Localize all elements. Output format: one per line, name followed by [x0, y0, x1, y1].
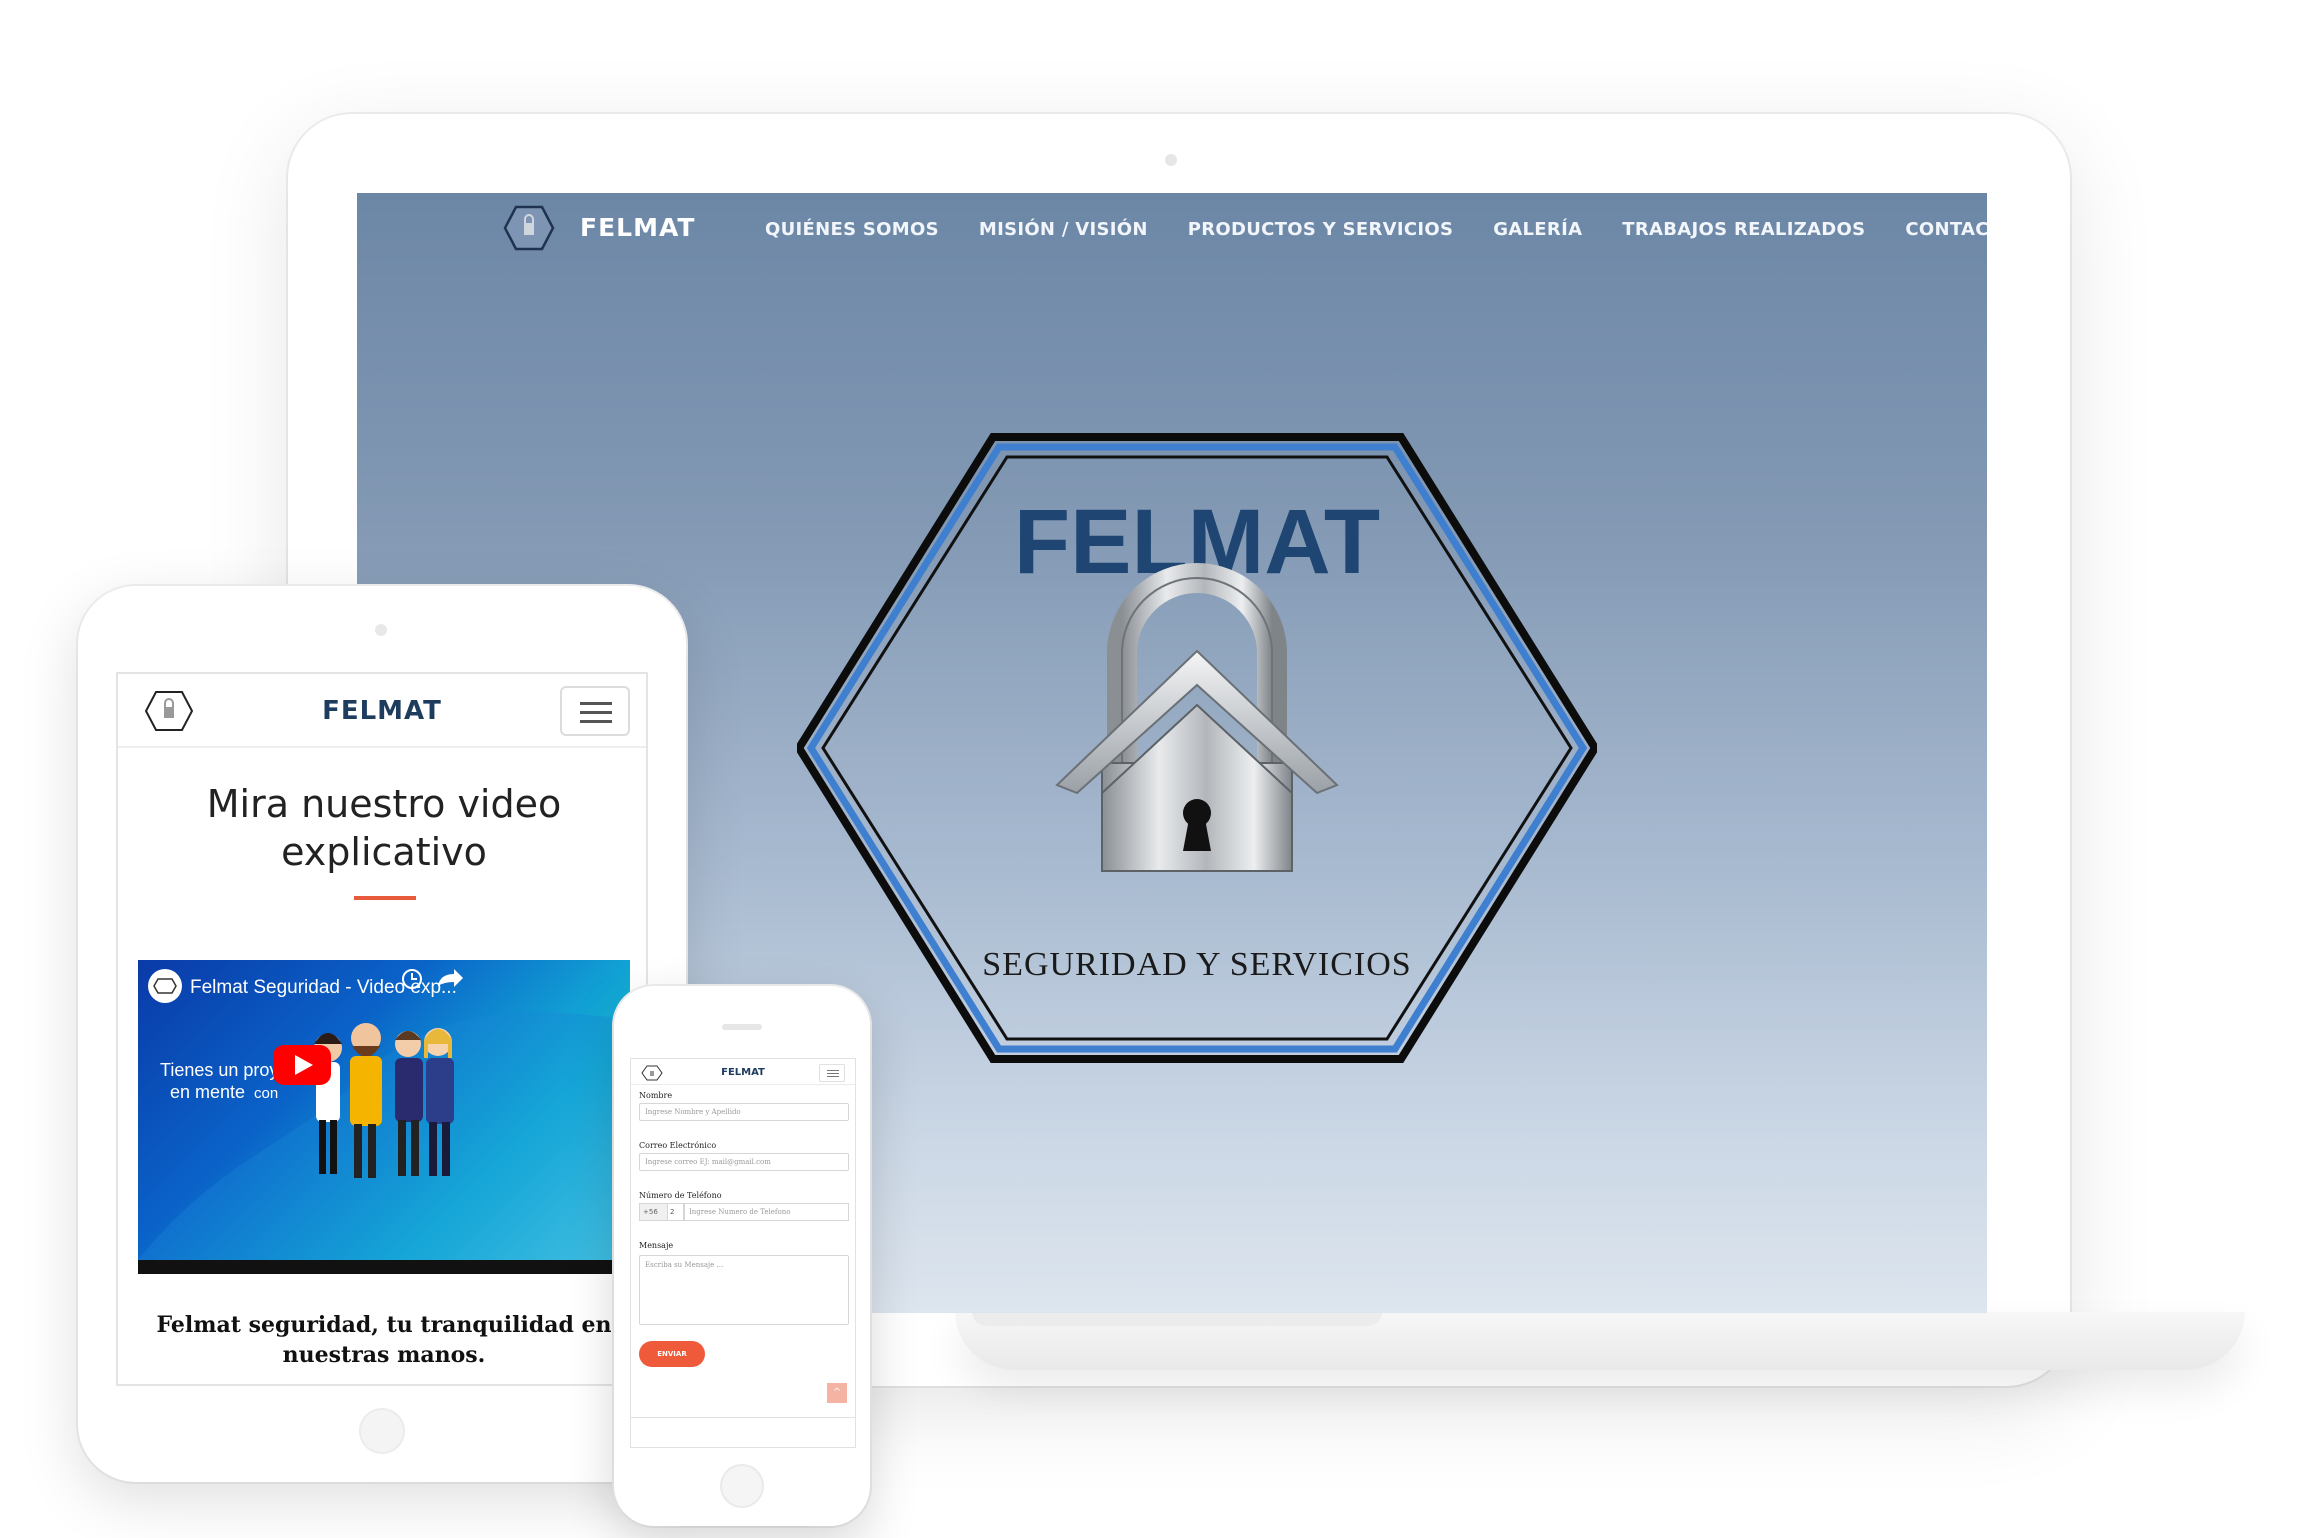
video-overlay-word: con — [254, 1085, 278, 1102]
tablet-camera — [375, 624, 387, 636]
phone-number-label: Número de Teléfono — [639, 1191, 722, 1200]
hamburger-menu-button[interactable] — [560, 686, 630, 736]
hamburger-line — [580, 702, 612, 705]
hamburger-line — [827, 1070, 839, 1071]
felmat-logo-icon[interactable] — [503, 205, 555, 251]
hero-felmat-logo: FELMAT SEGURIDAD Y SERVICIOS — [797, 433, 1597, 1063]
hamburger-line — [827, 1073, 839, 1074]
name-field[interactable]: Ingrese Nombre y Apellido — [639, 1103, 849, 1121]
phone-footer-divider — [631, 1417, 855, 1418]
email-label: Correo Electrónico — [639, 1141, 717, 1150]
message-label: Mensaje — [639, 1241, 674, 1250]
nav-productos-servicios[interactable]: PRODUCTOS Y SERVICIOS — [1188, 219, 1453, 240]
message-field[interactable]: Escriba su Mensaje ... — [639, 1255, 849, 1325]
tablet-frame: FELMAT Mira nuestro video explicativo Fe… — [78, 586, 686, 1482]
phone-navbar: FELMAT — [631, 1059, 855, 1085]
youtube-video-embed[interactable]: Felmat Seguridad - Video exp... Tienes u… — [138, 960, 630, 1274]
scroll-top-button[interactable]: ^ — [827, 1383, 847, 1403]
country-code: +56 — [639, 1203, 669, 1221]
desktop-menu: QUIÉNES SOMOS MISIÓN / VISIÓN PRODUCTOS … — [765, 219, 1987, 240]
nav-trabajos-realizados[interactable]: TRABAJOS REALIZADOS — [1622, 219, 1865, 240]
phone-home-button — [720, 1464, 764, 1508]
email-field[interactable]: Ingrese correo EJ: mail@gmail.com — [639, 1153, 849, 1171]
desktop-brand[interactable]: FELMAT — [580, 213, 695, 242]
tablet-navbar: FELMAT — [118, 674, 646, 748]
channel-avatar — [148, 969, 182, 1003]
phone-speaker — [722, 1024, 762, 1030]
nav-galeria[interactable]: GALERÍA — [1493, 219, 1582, 240]
laptop-notch — [972, 1312, 1382, 1326]
nav-mision-vision[interactable]: MISIÓN / VISIÓN — [979, 219, 1148, 240]
hamburger-line — [827, 1076, 839, 1077]
hamburger-menu-button[interactable] — [819, 1064, 845, 1082]
hamburger-line — [580, 720, 612, 723]
hamburger-line — [580, 711, 612, 714]
nav-quienes-somos[interactable]: QUIÉNES SOMOS — [765, 219, 939, 240]
video-caption: Felmat seguridad, tu tranquilidad en nue… — [156, 1312, 612, 1368]
youtube-play-icon[interactable] — [273, 1045, 331, 1085]
hero-logo-subtitle: SEGURIDAD Y SERVICIOS — [982, 946, 1411, 983]
phone-number-row: +56 2 Ingrese Numero de Telefono — [639, 1203, 849, 1221]
phone-site-screen: FELMAT Nombre Ingrese Nombre y Apellido … — [630, 1058, 856, 1448]
desktop-navbar: FELMAT QUIÉNES SOMOS MISIÓN / VISIÓN PRO… — [357, 193, 1987, 265]
video-thumbnail: Felmat Seguridad - Video exp... Tienes u… — [138, 969, 630, 1274]
nav-contacto[interactable]: CONTACTO — [1905, 219, 1987, 240]
laptop-camera — [1165, 154, 1177, 166]
tablet-home-button — [359, 1408, 405, 1454]
video-bottom-bar — [138, 1260, 630, 1274]
name-label: Nombre — [639, 1091, 673, 1100]
tablet-site-screen: FELMAT Mira nuestro video explicativo Fe… — [116, 672, 648, 1386]
video-overlay-line2: en mente — [170, 1082, 245, 1102]
phone-frame: FELMAT Nombre Ingrese Nombre y Apellido … — [614, 986, 870, 1526]
phone-number-field[interactable]: Ingrese Numero de Telefono — [683, 1203, 849, 1221]
submit-button[interactable]: ENVIAR — [639, 1341, 705, 1367]
heading-divider — [354, 896, 416, 900]
video-section-heading: Mira nuestro video explicativo — [206, 782, 562, 874]
